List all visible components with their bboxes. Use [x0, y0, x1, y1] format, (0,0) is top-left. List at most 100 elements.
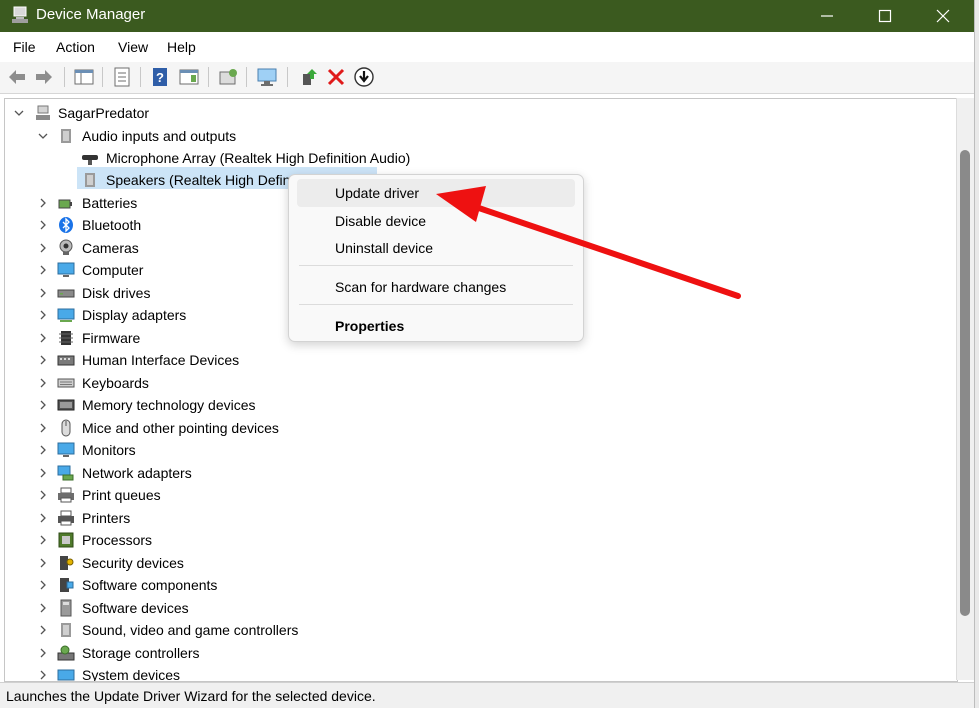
tree-item-system-devices[interactable]: System devices — [5, 664, 945, 681]
tree-item-label: Sound, video and game controllers — [82, 622, 299, 638]
tree-item-label: Microphone Array (Realtek High Definitio… — [106, 150, 411, 166]
maximize-button[interactable] — [862, 0, 908, 32]
toolbar-separator — [102, 67, 103, 87]
tree-item-label: Disk drives — [82, 285, 151, 301]
chevron-down-icon[interactable] — [37, 130, 49, 142]
chevron-right-icon[interactable] — [37, 242, 49, 254]
close-icon — [936, 9, 950, 23]
chevron-right-icon[interactable] — [37, 377, 49, 389]
action-pane-button[interactable] — [178, 66, 200, 88]
help-button[interactable]: ? — [149, 66, 171, 88]
chevron-right-icon[interactable] — [37, 399, 49, 411]
scan-hardware-icon — [257, 68, 277, 86]
tree-item-software-devices[interactable]: Software devices — [5, 597, 945, 619]
title-bar[interactable]: Device Manager — [0, 0, 974, 32]
tree-item-audio-inputs-outputs[interactable]: Audio inputs and outputs — [5, 125, 945, 147]
properties-button[interactable] — [111, 66, 133, 88]
context-menu-update-driver[interactable]: Update driver — [297, 179, 575, 207]
tree-item-label: Human Interface Devices — [82, 352, 240, 368]
forward-button[interactable] — [33, 66, 55, 88]
tree-item-software-components[interactable]: Software components — [5, 574, 945, 596]
software-device-icon — [60, 599, 72, 617]
menu-help[interactable]: Help — [167, 39, 196, 55]
tree-item-storage-controllers[interactable]: Storage controllers — [5, 642, 945, 664]
context-menu-scan-hardware[interactable]: Scan for hardware changes — [297, 273, 575, 301]
chevron-right-icon[interactable] — [37, 579, 49, 591]
menu-file[interactable]: File — [13, 39, 36, 55]
scan-hardware-button[interactable] — [256, 66, 278, 88]
tree-item-print-queues[interactable]: Print queues — [5, 484, 945, 506]
computer-root-icon — [36, 105, 50, 120]
chevron-down-icon[interactable] — [13, 107, 25, 119]
tree-item-label: Cameras — [82, 240, 139, 256]
uninstall-x-icon — [327, 68, 345, 86]
add-driver-icon — [303, 69, 317, 85]
bluetooth-icon — [59, 217, 73, 233]
processor-icon — [58, 532, 74, 548]
tree-item-monitors[interactable]: Monitors — [5, 439, 945, 461]
tree-item-sound-video-game-controllers[interactable]: Sound, video and game controllers — [5, 619, 945, 641]
chevron-right-icon[interactable] — [37, 534, 49, 546]
tree-item-label: Speakers (Realtek High Defin — [106, 172, 291, 188]
chevron-right-icon[interactable] — [37, 647, 49, 659]
menu-action[interactable]: Action — [56, 39, 95, 55]
tree-item-memory-technology-devices[interactable]: Memory technology devices — [5, 394, 945, 416]
tree-item-human-interface-devices[interactable]: Human Interface Devices — [5, 349, 945, 371]
add-driver-button[interactable] — [298, 66, 320, 88]
tree-item-label: Print queues — [82, 487, 161, 503]
back-button[interactable] — [6, 66, 28, 88]
minimize-button[interactable] — [804, 0, 850, 32]
software-component-icon — [60, 578, 74, 592]
chevron-right-icon[interactable] — [37, 354, 49, 366]
download-button[interactable] — [353, 66, 375, 88]
download-icon — [354, 67, 374, 87]
chevron-right-icon[interactable] — [37, 444, 49, 456]
context-menu-disable-device[interactable]: Disable device — [297, 207, 575, 235]
tree-item-mice[interactable]: Mice and other pointing devices — [5, 417, 945, 439]
properties-icon — [114, 67, 130, 87]
chevron-right-icon[interactable] — [37, 219, 49, 231]
chevron-right-icon[interactable] — [37, 669, 49, 681]
tree-item-keyboards[interactable]: Keyboards — [5, 372, 945, 394]
tree-item-microphone-array[interactable]: Microphone Array (Realtek High Definitio… — [5, 147, 945, 169]
microphone-icon — [82, 155, 98, 165]
chevron-right-icon[interactable] — [37, 512, 49, 524]
context-menu-uninstall-device[interactable]: Uninstall device — [297, 234, 575, 262]
chevron-right-icon[interactable] — [37, 489, 49, 501]
tree-item-label: Security devices — [82, 555, 184, 571]
show-hide-tree-button[interactable] — [73, 66, 95, 88]
device-manager-icon — [12, 6, 28, 23]
chevron-right-icon[interactable] — [37, 309, 49, 321]
battery-icon — [58, 199, 72, 209]
tree-item-printers[interactable]: Printers — [5, 507, 945, 529]
toolbar: ? — [0, 62, 974, 94]
tree-item-security-devices[interactable]: Security devices — [5, 552, 945, 574]
tree-root[interactable]: SagarPredator — [5, 102, 945, 124]
chevron-right-icon[interactable] — [37, 264, 49, 276]
tree-item-label: Keyboards — [82, 375, 149, 391]
update-driver-toolbar-button[interactable] — [217, 66, 239, 88]
minimize-icon — [821, 15, 833, 17]
svg-text:?: ? — [156, 70, 164, 85]
chevron-right-icon[interactable] — [37, 422, 49, 434]
tree-item-network-adapters[interactable]: Network adapters — [5, 462, 945, 484]
tree-item-label: Software components — [82, 577, 218, 593]
chevron-right-icon[interactable] — [37, 197, 49, 209]
vertical-scrollbar[interactable] — [956, 98, 974, 680]
chevron-right-icon[interactable] — [37, 557, 49, 569]
chevron-right-icon[interactable] — [37, 624, 49, 636]
scrollbar-thumb[interactable] — [960, 150, 970, 616]
chevron-right-icon[interactable] — [37, 332, 49, 344]
chevron-right-icon[interactable] — [37, 467, 49, 479]
chevron-right-icon[interactable] — [37, 602, 49, 614]
tree-item-processors[interactable]: Processors — [5, 529, 945, 551]
speaker-icon — [61, 623, 71, 637]
context-menu-item-label: Update driver — [335, 185, 420, 201]
uninstall-button[interactable] — [325, 66, 347, 88]
menu-view[interactable]: View — [118, 39, 148, 55]
tree-item-label: Computer — [82, 262, 144, 278]
context-menu-properties[interactable]: Properties — [297, 312, 575, 340]
chevron-right-icon[interactable] — [37, 287, 49, 299]
status-bar: Launches the Update Driver Wizard for th… — [0, 682, 974, 708]
close-button[interactable] — [920, 0, 966, 32]
